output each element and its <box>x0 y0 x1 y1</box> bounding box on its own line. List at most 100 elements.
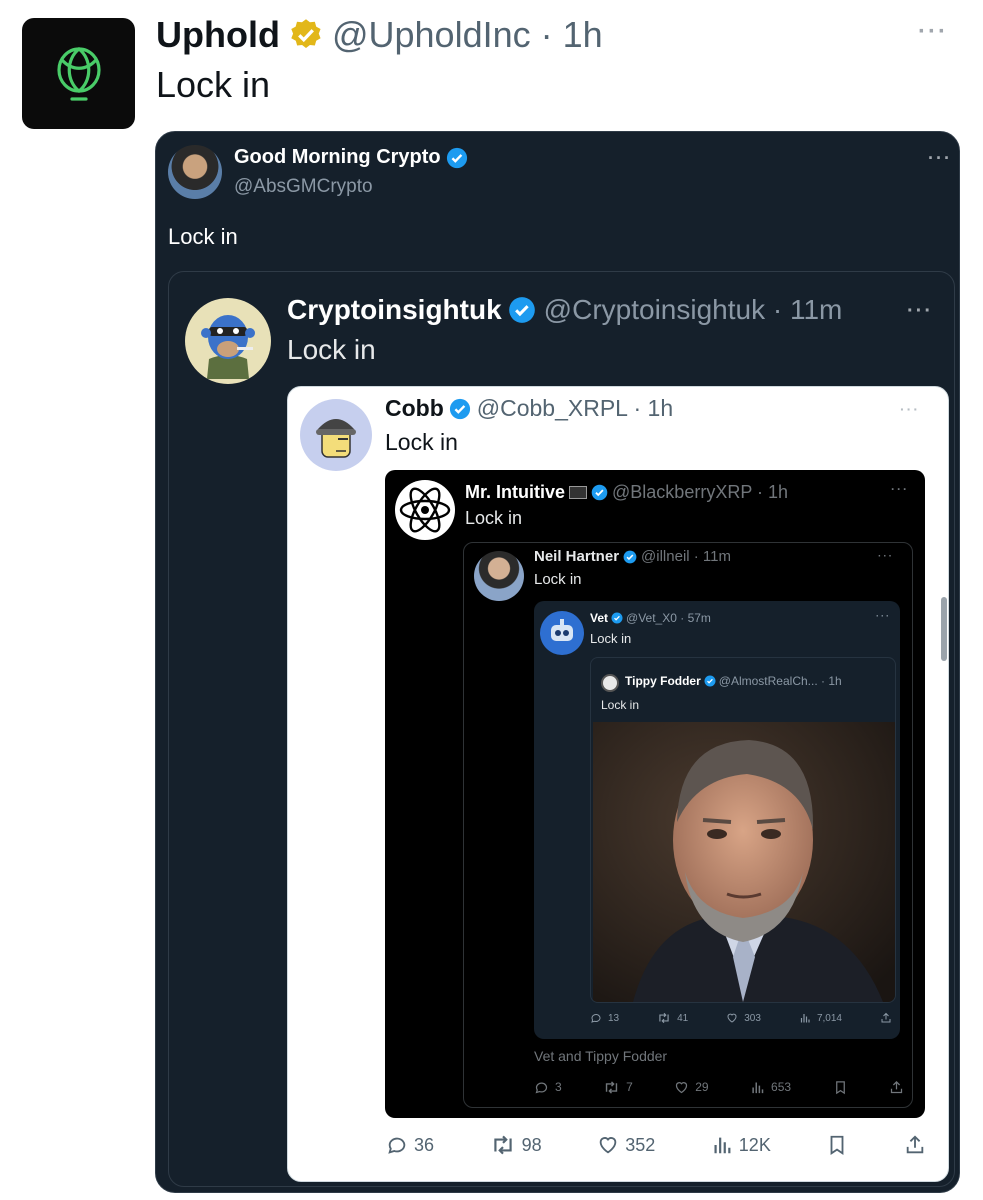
level4-author-name[interactable]: Mr. Intuitive <box>465 482 565 503</box>
quote-card-mr-intuitive[interactable]: Mr. Intuitive @BlackberryXRP · 1h ··· Lo… <box>385 470 925 1118</box>
level7-author-handle[interactable]: @AlmostRealCh... · 1h <box>719 674 842 688</box>
level5-media-caption: Vet and Tippy Fodder <box>534 1048 668 1064</box>
bookmark-icon <box>830 1135 844 1155</box>
like-button[interactable]: 352 <box>597 1134 655 1156</box>
like-button[interactable]: 303 <box>726 1012 761 1024</box>
vet-avatar[interactable] <box>540 611 584 655</box>
level5-author-name[interactable]: Neil Hartner <box>534 548 619 565</box>
level7-author-name[interactable]: Tippy Fodder <box>625 674 701 688</box>
views-button[interactable]: 12K <box>711 1134 771 1156</box>
level3-tweet-text: Lock in <box>385 429 458 455</box>
verified-gold-icon <box>291 19 321 49</box>
reply-count: 3 <box>555 1080 562 1094</box>
reply-button[interactable]: 3 <box>534 1080 562 1095</box>
views-button[interactable]: 653 <box>750 1080 791 1095</box>
views-icon <box>800 1014 810 1023</box>
man-portrait-image <box>593 722 895 1002</box>
reply-count: 13 <box>608 1012 620 1024</box>
views-icon <box>752 1082 764 1093</box>
verified-badge-icon <box>611 612 623 624</box>
bookmark-button[interactable] <box>833 1080 848 1095</box>
like-count: 29 <box>695 1080 709 1094</box>
top-more-icon[interactable]: ··· <box>918 18 948 46</box>
like-button[interactable]: 29 <box>674 1080 709 1095</box>
repost-button[interactable]: 41 <box>657 1012 688 1024</box>
uphold-logo-icon <box>56 46 101 101</box>
views-button[interactable]: 7,014 <box>799 1012 842 1024</box>
verified-badge-icon <box>704 675 716 687</box>
cobb-avatar[interactable] <box>300 399 372 471</box>
top-tweet-header: Uphold @UpholdInc · 1h <box>156 14 603 56</box>
level1-author-name[interactable]: Good Morning Crypto <box>234 146 441 169</box>
level6-author-name[interactable]: Vet <box>590 611 608 625</box>
quote-card-cryptoinsightuk[interactable]: Cryptoinsightuk @Cryptoinsightuk · 11m ·… <box>168 271 955 1187</box>
level2-tweet-text: Lock in <box>287 334 376 365</box>
level6-action-bar: 13 41 303 7,014 <box>590 1009 892 1027</box>
verified-badge-icon <box>508 297 535 323</box>
level6-more-icon[interactable]: ··· <box>876 611 891 621</box>
bookmark-button[interactable] <box>826 1134 848 1156</box>
mr-intuitive-avatar[interactable] <box>395 480 455 540</box>
pirate-flag-icon <box>569 486 588 499</box>
heart-icon <box>676 1081 688 1093</box>
views-count: 12K <box>738 1134 771 1155</box>
portrait-photo[interactable] <box>593 722 895 1002</box>
neil-hartner-avatar[interactable] <box>474 551 524 601</box>
repost-button[interactable]: 7 <box>603 1080 633 1095</box>
level4-header: Mr. Intuitive @BlackberryXRP · 1h <box>465 482 788 503</box>
verified-badge-icon <box>623 550 637 563</box>
tippy-fodder-avatar[interactable] <box>601 674 619 692</box>
share-button[interactable] <box>904 1134 926 1156</box>
reply-button[interactable]: 13 <box>590 1012 619 1024</box>
scrollbar-thumb[interactable] <box>941 597 947 661</box>
level6-header: Vet @Vet_X0 · 57m <box>590 611 711 625</box>
reply-icon <box>388 1137 406 1154</box>
level3-author-handle[interactable]: @Cobb_XRPL · 1h <box>477 395 673 422</box>
cobb-cartoon-avatar-icon <box>316 419 356 458</box>
quote-card-neil-hartner[interactable]: Neil Hartner @illneil · 11m ··· Lock in <box>463 542 913 1108</box>
top-author-handle[interactable]: @UpholdInc · 1h <box>332 14 603 56</box>
views-count: 7,014 <box>816 1012 842 1024</box>
quote-card-tippy-fodder[interactable]: Tippy Fodder @AlmostRealCh... · 1h Lock … <box>590 657 896 1003</box>
ape-avatar-icon <box>201 315 255 379</box>
uphold-avatar[interactable] <box>22 18 135 129</box>
level4-author-handle[interactable]: @BlackberryXRP · 1h <box>612 482 788 503</box>
repost-icon <box>493 1135 512 1155</box>
level3-header: Cobb @Cobb_XRPL · 1h <box>385 395 673 422</box>
quote-card-cobb[interactable]: Cobb @Cobb_XRPL · 1h ··· Lock in Mr. Int… <box>287 386 949 1182</box>
level2-author-name[interactable]: Cryptoinsightuk <box>287 294 502 326</box>
level2-author-handle[interactable]: @Cryptoinsightuk · 11m <box>544 294 843 326</box>
robot-avatar-icon <box>551 619 573 641</box>
share-button[interactable] <box>880 1012 892 1024</box>
level3-author-name[interactable]: Cobb <box>385 395 444 422</box>
reply-count: 36 <box>414 1134 435 1155</box>
level1-more-icon[interactable]: ··· <box>928 148 952 169</box>
level5-tweet-text: Lock in <box>534 571 582 588</box>
reply-button[interactable]: 36 <box>386 1134 434 1156</box>
level6-tweet-text: Lock in <box>590 631 632 646</box>
level4-tweet-text: Lock in <box>465 508 523 528</box>
level3-more-icon[interactable]: ··· <box>900 401 920 417</box>
top-author-name[interactable]: Uphold <box>156 14 280 56</box>
repost-button[interactable]: 98 <box>490 1134 542 1156</box>
quote-card-vet[interactable]: Vet @Vet_X0 · 57m ··· Lock in Tippy Fodd… <box>534 601 900 1039</box>
level2-more-icon[interactable]: ··· <box>907 300 933 323</box>
repost-icon <box>659 1012 669 1024</box>
verified-badge-icon <box>446 147 467 168</box>
level6-author-handle[interactable]: @Vet_X0 · 57m <box>626 611 711 625</box>
heart-icon <box>599 1137 617 1154</box>
cryptoinsightuk-avatar[interactable] <box>185 298 271 384</box>
level1-author-handle[interactable]: @AbsGMCrypto <box>234 176 373 198</box>
like-count: 303 <box>744 1012 761 1024</box>
good-morning-crypto-avatar[interactable] <box>168 145 222 199</box>
repost-count: 41 <box>677 1012 689 1024</box>
share-button[interactable] <box>889 1080 904 1095</box>
repost-icon <box>605 1080 618 1094</box>
quote-card-good-morning-crypto[interactable]: Good Morning Crypto @AbsGMCrypto ··· Loc… <box>155 131 960 1193</box>
level4-more-icon[interactable]: ··· <box>891 482 909 496</box>
bookmark-icon <box>835 1080 845 1094</box>
level5-author-handle[interactable]: @illneil · 11m <box>641 548 731 565</box>
reply-icon <box>591 1014 601 1023</box>
atom-icon <box>399 487 451 533</box>
level5-more-icon[interactable]: ··· <box>878 551 894 562</box>
